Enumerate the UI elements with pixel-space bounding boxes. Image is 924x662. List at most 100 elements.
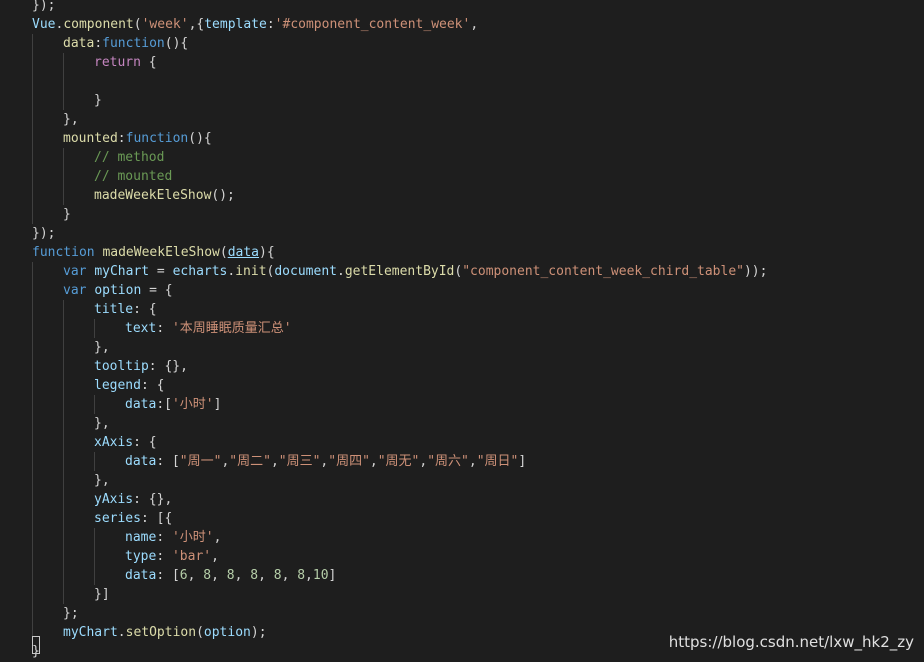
code-token: title bbox=[94, 302, 134, 317]
code-token: (); bbox=[211, 188, 235, 203]
code-token: 6 bbox=[179, 568, 188, 583]
code-token: '#component_content_week' bbox=[274, 17, 471, 32]
code-line[interactable]: data:['小时'] bbox=[125, 395, 221, 414]
code-token: "周日" bbox=[476, 454, 519, 469]
code-line[interactable]: // method bbox=[94, 148, 164, 167]
code-token: 8 bbox=[226, 568, 235, 583]
code-token: }] bbox=[94, 587, 110, 602]
code-line[interactable]: }, bbox=[94, 471, 110, 490]
code-token: document bbox=[274, 264, 337, 279]
code-line[interactable]: tooltip: {}, bbox=[94, 357, 188, 376]
code-token: 8 bbox=[297, 568, 306, 583]
code-token: component bbox=[63, 17, 134, 32]
code-token: ( bbox=[133, 17, 142, 32]
code-token: , bbox=[369, 454, 378, 469]
code-token: "component_content_week_chird_table" bbox=[462, 264, 744, 279]
code-line[interactable]: }] bbox=[94, 585, 110, 604]
code-line[interactable]: legend: { bbox=[94, 376, 164, 395]
code-token: xAxis bbox=[94, 435, 134, 450]
code-line[interactable]: type: 'bar', bbox=[125, 547, 219, 566]
code-token: : bbox=[117, 131, 126, 146]
code-line[interactable]: data:function(){ bbox=[63, 34, 188, 53]
code-token: (){ bbox=[164, 36, 189, 51]
code-token: ] bbox=[328, 568, 337, 583]
code-token: data bbox=[125, 568, 157, 583]
code-token: return bbox=[94, 55, 141, 70]
code-token: }, bbox=[94, 473, 110, 488]
code-token: : [ bbox=[156, 568, 180, 583]
code-token: } bbox=[94, 93, 102, 108]
code-line[interactable]: }, bbox=[94, 414, 110, 433]
code-token: "周无" bbox=[377, 454, 420, 469]
indent-guide bbox=[63, 148, 64, 205]
code-line[interactable]: }, bbox=[63, 110, 79, 129]
code-line[interactable]: }, bbox=[94, 338, 110, 357]
code-token: "周六" bbox=[427, 454, 469, 469]
code-line[interactable]: } bbox=[63, 205, 71, 224]
code-token: data bbox=[125, 397, 157, 412]
code-line[interactable]: }); bbox=[32, 0, 55, 15]
code-token: } bbox=[63, 207, 71, 222]
code-editor[interactable]: }); Vue.component('week',{template:'#comp… bbox=[0, 0, 924, 662]
code-line[interactable]: series: [{ bbox=[94, 509, 172, 528]
code-line[interactable]: mounted:function(){ bbox=[63, 129, 212, 148]
code-token: function bbox=[32, 245, 95, 260]
code-token: setOption bbox=[125, 625, 197, 640]
code-line[interactable]: var option = { bbox=[63, 281, 173, 300]
code-line[interactable]: // mounted bbox=[94, 167, 172, 186]
code-line[interactable]: }; bbox=[63, 604, 79, 623]
code-token: data bbox=[227, 245, 259, 260]
code-token: : [ bbox=[156, 454, 180, 469]
code-token: '本周睡眠质量汇总' bbox=[171, 321, 292, 336]
code-token: : { bbox=[133, 302, 157, 317]
code-line[interactable]: title: { bbox=[94, 300, 157, 319]
code-token: : bbox=[156, 530, 172, 545]
code-line[interactable]: return { bbox=[94, 53, 157, 72]
indent-guide bbox=[63, 300, 64, 604]
code-token: 'bar' bbox=[171, 549, 212, 564]
code-token: : bbox=[156, 549, 172, 564]
code-token: ( bbox=[196, 625, 204, 640]
code-token: ,{ bbox=[188, 17, 205, 32]
code-token: , bbox=[213, 530, 222, 545]
code-token: text bbox=[125, 321, 157, 336]
code-line[interactable]: data: [6, 8, 8, 8, 8, 8,10] bbox=[125, 566, 336, 585]
code-token: ){ bbox=[259, 245, 275, 260]
code-line[interactable]: } bbox=[94, 91, 102, 110]
code-line[interactable]: function madeWeekEleShow(data){ bbox=[32, 243, 275, 262]
code-token: : {}, bbox=[133, 492, 173, 507]
code-line[interactable]: }); bbox=[32, 224, 55, 243]
code-line[interactable]: yAxis: {}, bbox=[94, 490, 172, 509]
indent-guide bbox=[94, 452, 95, 471]
code-line[interactable]: Vue.component('week',{template:'#compone… bbox=[32, 15, 478, 34]
code-token: 8 bbox=[250, 568, 259, 583]
code-token: { bbox=[140, 55, 157, 70]
code-token: yAxis bbox=[94, 492, 134, 507]
code-token: type bbox=[125, 549, 157, 564]
code-token: }); bbox=[32, 226, 56, 241]
code-token: var bbox=[63, 283, 87, 298]
code-line[interactable]: name: '小时', bbox=[125, 528, 221, 547]
code-token: 8 bbox=[273, 568, 282, 583]
code-token: madeWeekEleShow bbox=[94, 188, 212, 203]
code-token: legend bbox=[94, 378, 141, 393]
code-token: , bbox=[470, 17, 479, 32]
code-token: : { bbox=[133, 435, 157, 450]
code-token: ] bbox=[213, 397, 222, 412]
code-token: = { bbox=[141, 283, 173, 298]
code-line[interactable]: data: ["周一","周二","周三","周四","周无","周六","周日… bbox=[125, 452, 526, 471]
code-line[interactable]: xAxis: { bbox=[94, 433, 157, 452]
code-token: : {}, bbox=[148, 359, 188, 374]
indent-guide bbox=[94, 528, 95, 585]
code-token: . bbox=[117, 625, 126, 640]
code-line[interactable]: text: '本周睡眠质量汇总' bbox=[125, 319, 292, 338]
code-line[interactable]: myChart.setOption(option); bbox=[63, 623, 267, 642]
code-token: "周三" bbox=[278, 454, 321, 469]
code-token: function bbox=[125, 131, 189, 146]
code-token: var bbox=[63, 264, 87, 279]
code-line[interactable]: var myChart = echarts.init(document.getE… bbox=[63, 262, 767, 281]
code-token: , bbox=[305, 568, 313, 583]
code-token: echarts bbox=[172, 264, 228, 279]
code-token: init bbox=[235, 264, 267, 279]
code-line[interactable]: madeWeekEleShow(); bbox=[94, 186, 235, 205]
